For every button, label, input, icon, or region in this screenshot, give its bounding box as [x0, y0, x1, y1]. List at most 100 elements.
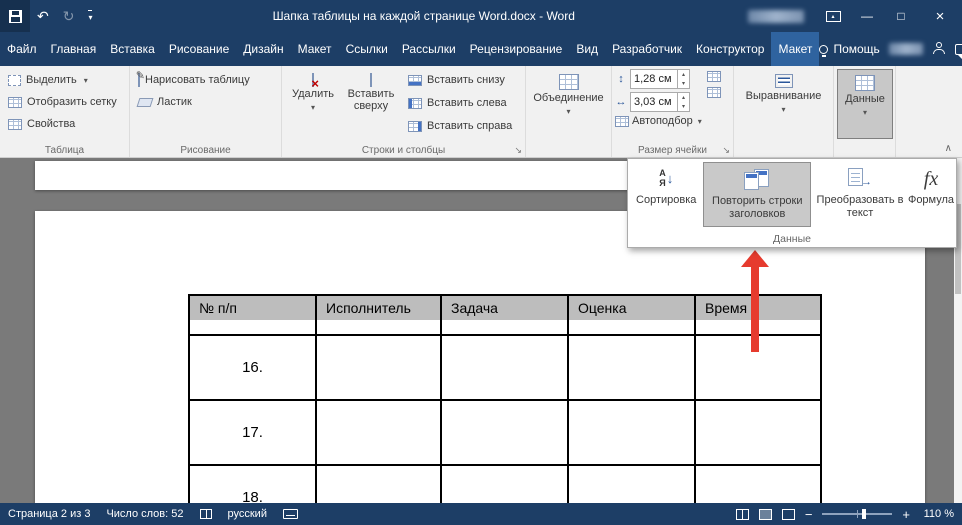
column-width-spinner[interactable]: ▴▾: [677, 93, 689, 111]
web-layout-icon[interactable]: [782, 509, 795, 520]
table-cell[interactable]: [441, 465, 568, 503]
minimize-button[interactable]: —: [850, 0, 884, 32]
insert-below-label: Вставить снизу: [427, 74, 505, 86]
customize-qat-button[interactable]: ▾: [81, 0, 99, 32]
table-header-cell[interactable]: Исполнитель: [316, 295, 441, 335]
insert-right-button[interactable]: Вставить справа: [403, 115, 517, 137]
zoom-out-button[interactable]: −: [805, 508, 813, 521]
autofit-button[interactable]: Автоподбор ▾: [615, 115, 702, 127]
page-indicator[interactable]: Страница 2 из 3: [8, 508, 90, 520]
tab-insert[interactable]: Вставка: [103, 32, 162, 66]
distribute-rows-button[interactable]: [707, 71, 721, 82]
undo-button[interactable]: ↶: [30, 0, 56, 32]
tab-help[interactable]: Помощь: [819, 42, 879, 56]
zoom-level[interactable]: 110 %: [920, 508, 954, 520]
tab-developer[interactable]: Разработчик: [605, 32, 689, 66]
redo-button[interactable]: ↻: [56, 0, 82, 32]
table-header-cell[interactable]: Задача: [441, 295, 568, 335]
comments-icon[interactable]: [955, 44, 962, 55]
table-cell[interactable]: [695, 465, 821, 503]
row-height-spinner[interactable]: ▴▾: [677, 70, 689, 88]
maximize-button[interactable]: □: [884, 0, 918, 32]
tab-file[interactable]: Файл: [0, 32, 44, 66]
spinner-up-icon[interactable]: ▴: [678, 70, 689, 79]
insert-above-grid: [370, 73, 372, 87]
insert-right-band: [418, 122, 421, 131]
page-2[interactable]: № п/п Исполнитель Задача Оценка Время 16…: [35, 211, 925, 503]
merge-button[interactable]: Объединение ▾: [541, 69, 597, 139]
tab-table-layout[interactable]: Макет: [771, 32, 819, 66]
row-height-input[interactable]: 1,28 см ▴▾: [630, 69, 690, 89]
insert-below-icon: [408, 75, 422, 86]
keyboard-icon[interactable]: [283, 509, 298, 519]
distribute-columns-button[interactable]: [707, 87, 721, 98]
close-button[interactable]: ×: [918, 0, 962, 32]
tab-view[interactable]: Вид: [569, 32, 605, 66]
tab-design[interactable]: Дизайн: [236, 32, 290, 66]
select-button[interactable]: Выделить ▾: [3, 69, 126, 91]
table-cell[interactable]: 17.: [189, 400, 316, 465]
column-width-input[interactable]: 3,03 см ▴▾: [630, 92, 690, 112]
draw-table-button[interactable]: ✎ Нарисовать таблицу: [133, 69, 278, 91]
read-mode-icon[interactable]: [736, 509, 749, 520]
annotation-arrow: [741, 250, 769, 352]
table-header-cell[interactable]: Оценка: [568, 295, 695, 335]
repeat-header-rows-button[interactable]: Повторить строки заголовков: [703, 162, 811, 227]
zoom-slider[interactable]: [822, 513, 892, 515]
alignment-button[interactable]: Выравнивание ▾: [748, 69, 820, 139]
table-cell[interactable]: 18.: [189, 465, 316, 503]
save-button[interactable]: [0, 0, 30, 32]
tab-table-design[interactable]: Конструктор: [689, 32, 771, 66]
table-cell[interactable]: [441, 335, 568, 400]
table-cell[interactable]: 16.: [189, 335, 316, 400]
sort-button[interactable]: АЯ ↓ Сортировка: [631, 162, 701, 227]
spinner-up-icon[interactable]: ▴: [678, 93, 689, 102]
language-indicator[interactable]: русский: [228, 508, 267, 520]
zoom-in-button[interactable]: +: [902, 508, 910, 521]
dialog-launcher-icon[interactable]: ↘: [722, 145, 730, 156]
table-cell[interactable]: [568, 400, 695, 465]
account-icon-body: [933, 49, 945, 54]
table-cell[interactable]: [441, 400, 568, 465]
table-header-cell[interactable]: № п/п: [189, 295, 316, 335]
account-icon[interactable]: [932, 42, 946, 56]
tab-references[interactable]: Ссылки: [339, 32, 395, 66]
data-button[interactable]: Данные ▾: [837, 69, 893, 139]
insert-below-button[interactable]: Вставить снизу: [403, 69, 517, 91]
dialog-launcher-icon[interactable]: ↘: [514, 145, 522, 156]
table-cell[interactable]: [695, 400, 821, 465]
table-cell[interactable]: [568, 335, 695, 400]
word-count[interactable]: Число слов: 52: [106, 508, 183, 520]
group-label-table: Таблица: [0, 145, 129, 156]
collapse-ribbon-button[interactable]: ∧: [945, 143, 952, 154]
tab-mailings[interactable]: Рассылки: [395, 32, 463, 66]
delete-button[interactable]: × Удалить ▾: [285, 69, 341, 139]
tab-layout[interactable]: Макет: [291, 32, 339, 66]
formula-button[interactable]: fx Формула: [909, 162, 953, 227]
tab-draw[interactable]: Рисование: [162, 32, 236, 66]
tab-review[interactable]: Рецензирование: [463, 32, 570, 66]
table-cell[interactable]: [568, 465, 695, 503]
formula-icon: fx: [924, 173, 938, 186]
spinner-down-icon[interactable]: ▾: [678, 79, 689, 88]
view-gridlines-button[interactable]: Отобразить сетку: [3, 91, 126, 113]
tab-home[interactable]: Главная: [44, 32, 104, 66]
properties-button[interactable]: Свойства: [3, 113, 126, 135]
spinner-down-icon[interactable]: ▾: [678, 102, 689, 111]
table-cell[interactable]: [316, 400, 441, 465]
print-layout-icon[interactable]: [759, 509, 772, 520]
eraser-button[interactable]: Ластик: [133, 91, 278, 113]
proofing-icon[interactable]: [200, 509, 212, 519]
chevron-down-icon: ▾: [311, 102, 315, 114]
convert-to-text-button[interactable]: → Преобразовать в текст: [813, 162, 907, 227]
ribbon-display-options-button[interactable]: ▴: [816, 0, 850, 32]
group-label-draw: Рисование: [130, 145, 281, 156]
table-cell[interactable]: [316, 335, 441, 400]
document-table[interactable]: № п/п Исполнитель Задача Оценка Время 16…: [188, 294, 822, 503]
table-cell[interactable]: [316, 465, 441, 503]
alignment-icon: [775, 74, 793, 88]
zoom-slider-thumb[interactable]: [862, 509, 866, 519]
status-bar: Страница 2 из 3 Число слов: 52 русский −…: [0, 503, 962, 525]
insert-above-button[interactable]: Вставить сверху: [343, 69, 399, 139]
insert-left-button[interactable]: Вставить слева: [403, 92, 517, 114]
